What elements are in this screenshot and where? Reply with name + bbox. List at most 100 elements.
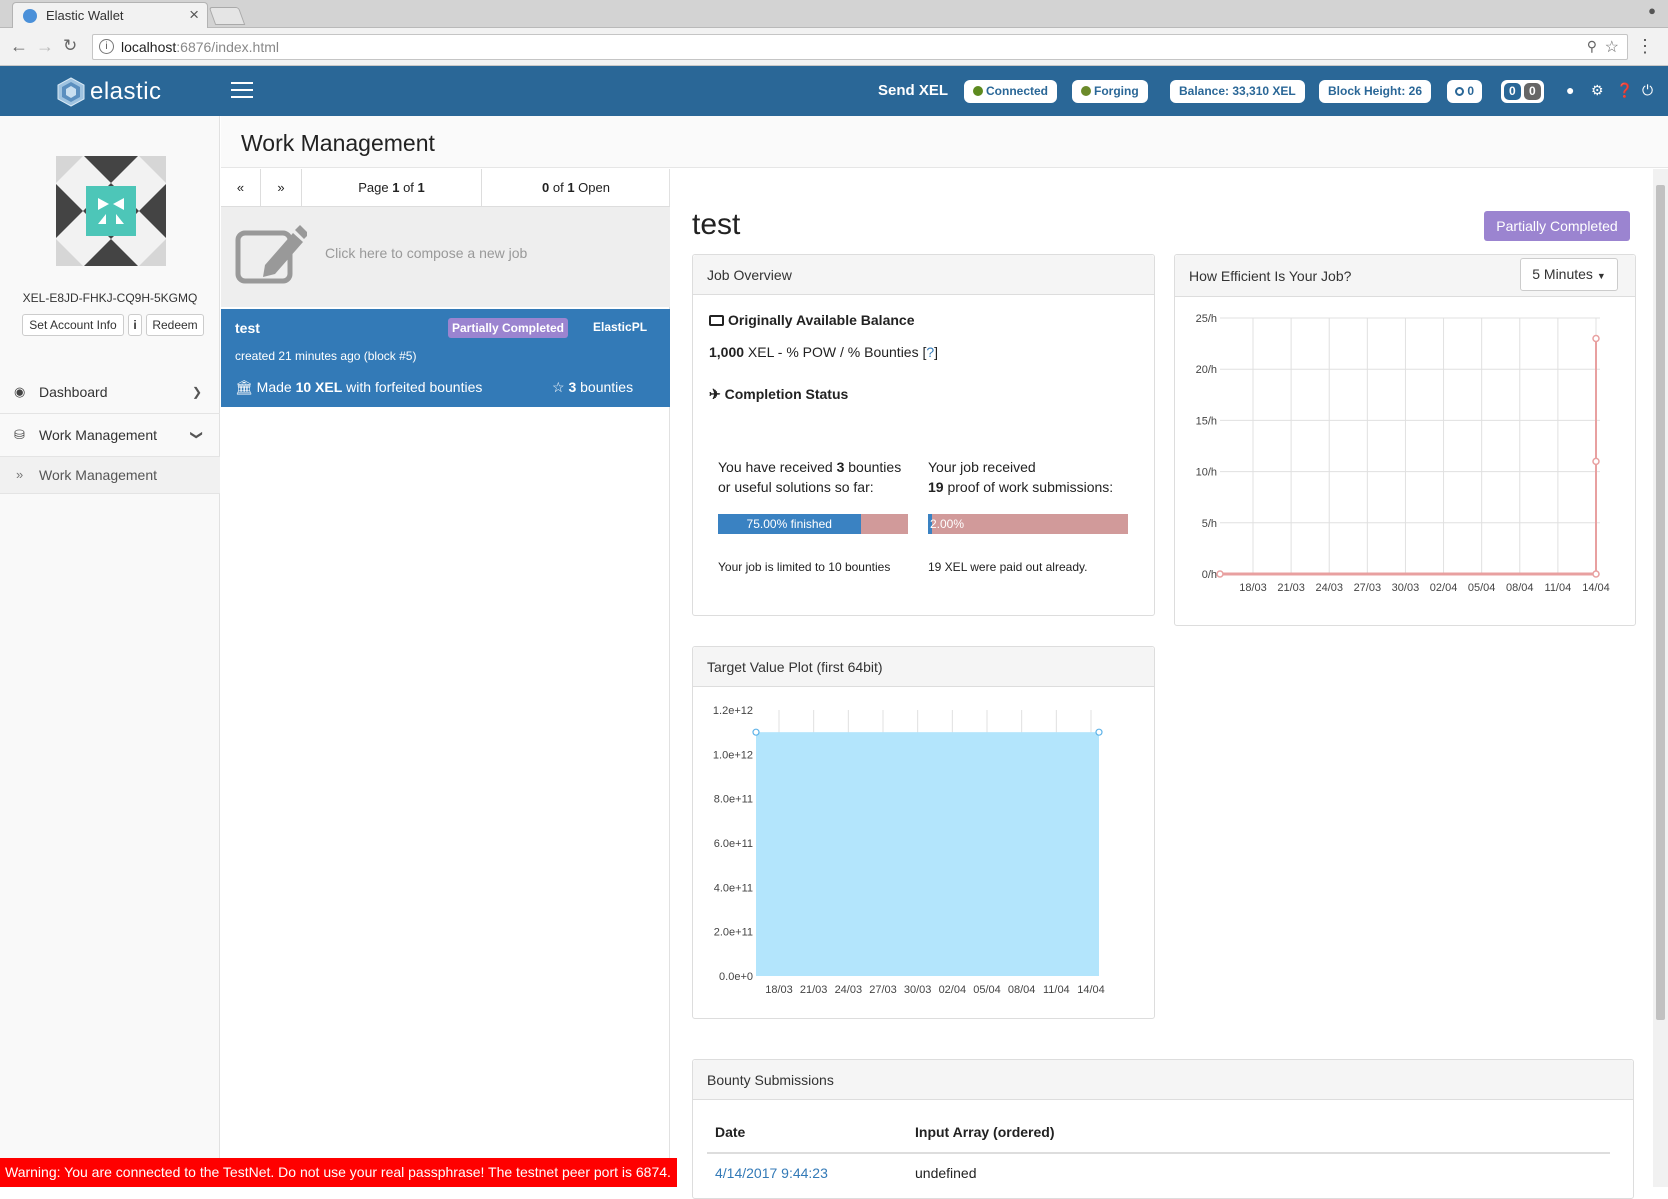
forging-status[interactable]: Forging xyxy=(1072,80,1148,103)
caret-down-icon: ▼ xyxy=(1596,271,1606,281)
profile-icon[interactable]: ● xyxy=(1648,3,1656,18)
y-tick-label: 5/h xyxy=(1202,518,1217,530)
app-header: elastic Send XEL Connected Forging Balan… xyxy=(0,66,1668,116)
bounty-progress-bar: 75.00% finished xyxy=(718,514,908,534)
favicon-icon xyxy=(23,9,37,23)
url-path: :6876/index.html xyxy=(176,39,279,55)
double-chevron-icon: » xyxy=(16,467,24,482)
edit-icon xyxy=(235,225,307,284)
balance-heading-text: Originally Available Balance xyxy=(728,312,915,328)
job-title: test xyxy=(692,208,741,241)
submission-date-link[interactable]: 4/14/2017 9:44:23 xyxy=(715,1165,828,1181)
x-tick-label: 02/04 xyxy=(939,984,967,996)
nav-subitem-work-management[interactable]: » Work Management xyxy=(0,457,220,494)
job-name: test xyxy=(235,320,260,336)
balance-close: ] xyxy=(934,344,939,360)
target-value-title: Target Value Plot (first 64bit) xyxy=(707,659,883,675)
x-tick-label: 24/03 xyxy=(1315,582,1343,594)
job-list: « » Page 1 of 1 0 of 1 Open Click here t… xyxy=(221,169,670,1187)
job-created: created 21 minutes ago (block #5) xyxy=(235,349,417,363)
compose-job-button[interactable]: Click here to compose a new job xyxy=(221,207,670,307)
completion-heading: ✈ Completion Status xyxy=(709,386,848,403)
made-suffix: with forfeited bounties xyxy=(342,379,483,395)
gear-icon[interactable]: ⚙ xyxy=(1591,82,1604,99)
next-page-button[interactable]: » xyxy=(261,169,302,207)
reload-icon[interactable]: ↻ xyxy=(63,36,77,56)
job-pager: « » Page 1 of 1 0 of 1 Open xyxy=(221,169,670,207)
data-point xyxy=(1216,570,1224,578)
bounty-submissions-title: Bounty Submissions xyxy=(707,1072,834,1088)
set-account-info-button[interactable]: Set Account Info xyxy=(22,314,124,336)
tab-title: Elastic Wallet xyxy=(46,8,124,23)
browser-toolbar: ← → ↻ i localhost:6876/index.html ⚲ ☆ ⋮ xyxy=(0,28,1668,66)
interval-dropdown[interactable]: 5 Minutes ▼ xyxy=(1520,258,1618,291)
hamburger-menu-icon[interactable] xyxy=(231,82,253,98)
help-icon[interactable]: ❓ xyxy=(1616,82,1633,99)
key-icon[interactable]: ⚲ xyxy=(1587,38,1597,55)
page-header: Work Management xyxy=(221,116,1668,168)
connected-label: Connected xyxy=(986,84,1049,98)
bounties-suffix: bounties xyxy=(576,379,634,395)
close-tab-icon[interactable]: × xyxy=(189,5,199,25)
data-point xyxy=(1095,728,1103,736)
interval-dropdown-label: 5 Minutes xyxy=(1532,266,1593,282)
target-value-panel: Target Value Plot (first 64bit) 0.0e+0 2.… xyxy=(692,646,1155,1019)
address-bar[interactable]: i localhost:6876/index.html ⚲ ☆ xyxy=(92,34,1628,60)
redeem-button[interactable]: Redeem xyxy=(146,314,204,336)
nav-sublabel-work-management: Work Management xyxy=(39,467,158,483)
block-height-badge[interactable]: Block Height: 26 xyxy=(1319,80,1432,103)
status-button[interactable]: Partially Completed xyxy=(1484,211,1630,241)
target-value-chart: 0.0e+0 2.0e+11 4.0e+11 6.0e+11 8.0e+11 1.0e+1… xyxy=(713,705,1105,996)
job-overview-title: Job Overview xyxy=(707,267,792,283)
url-text: localhost:6876/index.html xyxy=(121,39,279,55)
logo-text: elastic xyxy=(90,78,162,105)
account-info-button[interactable]: i xyxy=(128,314,142,336)
browser-menu-icon[interactable]: ⋮ xyxy=(1636,36,1654,57)
y-tick-label: 25/h xyxy=(1196,313,1217,325)
y-tick-label: 6.0e+11 xyxy=(714,838,753,850)
forging-label: Forging xyxy=(1094,84,1139,98)
nav-item-dashboard[interactable]: ◉ Dashboard ❯ xyxy=(0,372,220,414)
prev-page-button[interactable]: « xyxy=(221,169,261,207)
y-tick-label: 20/h xyxy=(1196,364,1217,376)
browser-tab[interactable]: Elastic Wallet × xyxy=(12,2,208,28)
completion-heading-text: Completion Status xyxy=(724,386,849,402)
pow-progress-label: 2.00% xyxy=(930,517,965,531)
x-tick-label: 24/03 xyxy=(835,984,863,996)
x-tick-label: 18/03 xyxy=(765,984,793,996)
user-icon[interactable]: ● xyxy=(1566,82,1574,98)
power-icon[interactable]: ⏻ xyxy=(1642,82,1653,99)
dashboard-icon: ◉ xyxy=(14,384,26,399)
nav-item-work-management[interactable]: ⛁ Work Management ❯ xyxy=(0,415,220,457)
balance-badge[interactable]: Balance: 33,310 XEL xyxy=(1170,80,1305,103)
y-tick-label: 0/h xyxy=(1202,569,1217,581)
ring-count-badge[interactable]: 0 xyxy=(1447,80,1483,103)
col-header-input: Input Array (ordered) xyxy=(915,1124,1055,1140)
received-a2: bounties xyxy=(844,459,902,475)
messages-badge[interactable]: 0 0 xyxy=(1501,80,1544,103)
balance-help-link[interactable]: ? xyxy=(926,344,934,360)
send-xel-button[interactable]: Send XEL xyxy=(878,82,948,99)
compose-job-text: Click here to compose a new job xyxy=(325,245,528,261)
star-icon: ☆ xyxy=(552,379,565,395)
x-tick-label: 11/04 xyxy=(1043,984,1070,996)
x-tick-label: 27/03 xyxy=(1354,582,1382,594)
job-earnings: 🏛 Made 10 XEL with forfeited bounties xyxy=(235,379,482,396)
elastic-logo-icon xyxy=(57,77,85,107)
panel-header: How Efficient Is Your Job? 5 Minutes ▼ xyxy=(1175,255,1635,297)
bookmark-star-icon[interactable]: ☆ xyxy=(1605,37,1619,57)
info-icon[interactable]: i xyxy=(99,39,114,54)
new-tab-button[interactable] xyxy=(208,7,246,25)
y-tick-label: 2.0e+11 xyxy=(714,927,753,939)
job-list-item[interactable]: test Partially Completed ElasticPL creat… xyxy=(221,309,670,407)
panel-header: Bounty Submissions xyxy=(693,1060,1633,1100)
connected-status[interactable]: Connected xyxy=(964,80,1058,103)
balance-heading: Originally Available Balance xyxy=(709,312,914,328)
page-title: Work Management xyxy=(241,130,435,156)
efficiency-chart: 0/h 5/h 10/h 15/h 20/h 25/h 18/03 21/03 24/03 27/… xyxy=(1196,313,1610,594)
forging-dot-icon xyxy=(1081,86,1091,96)
back-icon[interactable]: ← xyxy=(10,36,28,57)
scrollbar-thumb[interactable] xyxy=(1656,185,1665,1020)
forward-icon[interactable]: → xyxy=(36,36,54,57)
received-a1: You have received xyxy=(718,459,837,475)
